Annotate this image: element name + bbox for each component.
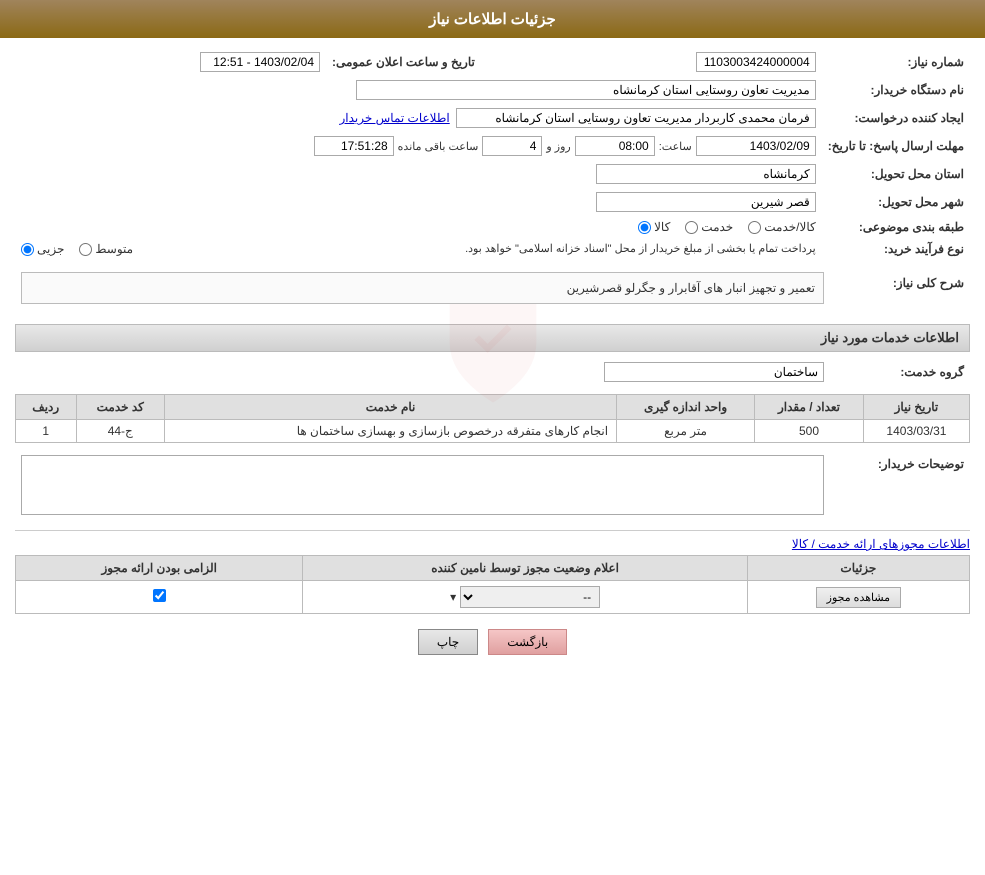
province-label: استان محل تحویل: — [822, 160, 970, 188]
announce-date-input[interactable] — [200, 52, 320, 72]
info-table: شماره نیاز: تاریخ و ساعت اعلان عمومی: نا… — [15, 48, 970, 260]
page-title: جزئیات اطلاعات نیاز — [429, 11, 556, 28]
process-motavaset-option: متوسط — [79, 242, 133, 256]
city-input[interactable] — [596, 192, 816, 212]
category-kala-option: کالا — [638, 220, 670, 234]
col-unit-header: واحد اندازه گیری — [617, 395, 755, 420]
view-license-button[interactable]: مشاهده مجوز — [816, 587, 901, 608]
description-label: شرح کلی نیاز: — [830, 268, 970, 316]
contact-link[interactable]: اطلاعات تماس خریدار — [340, 111, 450, 125]
process-jozvi-radio[interactable] — [21, 243, 34, 256]
requester-label: ایجاد کننده درخواست: — [822, 104, 970, 132]
row-code: ج-44 — [76, 420, 165, 443]
reply-date-input[interactable] — [696, 136, 816, 156]
process-note: پرداخت تمام یا بخشی از مبلغ خریدار از مح… — [141, 242, 816, 255]
description-box: تعمیر و تجهیز انبار های آقابرار و جگرلو … — [21, 272, 824, 304]
main-content: شماره نیاز: تاریخ و ساعت اعلان عمومی: نا… — [0, 38, 985, 680]
process-motavaset-radio[interactable] — [79, 243, 92, 256]
buyer-org-input[interactable] — [356, 80, 816, 100]
category-kala-label: کالا — [654, 220, 670, 234]
row-date: 1403/03/31 — [863, 420, 969, 443]
description-value: تعمیر و تجهیز انبار های آقابرار و جگرلو … — [567, 281, 815, 295]
buyer-notes-label: توضیحات خریدار: — [830, 451, 970, 522]
need-number-input[interactable] — [696, 52, 816, 72]
license-section-link[interactable]: اطلاعات مجوزهای ارائه خدمت / کالا — [15, 537, 970, 551]
license-required-checkbox[interactable] — [153, 589, 166, 602]
divider-1 — [15, 530, 970, 531]
license-status-select[interactable]: -- — [460, 586, 600, 608]
back-button[interactable]: بازگشت — [488, 629, 567, 655]
reply-time-label: ساعت: — [659, 140, 692, 153]
category-khadamat-label: خدمت — [701, 220, 733, 234]
province-input[interactable] — [596, 164, 816, 184]
city-label: شهر محل تحویل: — [822, 188, 970, 216]
col-details-header: جزئیات — [747, 556, 969, 581]
process-jozvi-label: جزیی — [37, 242, 64, 256]
category-kala-khadamat-radio[interactable] — [748, 221, 761, 234]
col-row-header: ردیف — [16, 395, 77, 420]
process-label: نوع فرآیند خرید: — [822, 238, 970, 260]
service-group-label: گروه خدمت: — [830, 358, 970, 386]
service-group-input[interactable] — [604, 362, 824, 382]
category-label: طبقه بندی موضوعی: — [822, 216, 970, 238]
dropdown-arrow-icon: ▾ — [450, 590, 456, 604]
reply-days-input[interactable] — [482, 136, 542, 156]
col-date-header: تاریخ نیاز — [863, 395, 969, 420]
buyer-notes-textarea[interactable] — [21, 455, 824, 515]
buyer-notes-table: توضیحات خریدار: — [15, 451, 970, 522]
row-number: 1 — [16, 420, 77, 443]
page-header: جزئیات اطلاعات نیاز — [0, 0, 985, 38]
category-kala-khadamat-label: کالا/خدمت — [764, 220, 815, 234]
col-quantity-header: تعداد / مقدار — [755, 395, 864, 420]
reply-remaining-input[interactable] — [314, 136, 394, 156]
license-table: جزئیات اعلام وضعیت مجوز توسط نامین کننده… — [15, 555, 970, 614]
requester-input[interactable] — [456, 108, 816, 128]
row-quantity: 500 — [755, 420, 864, 443]
col-code-header: کد خدمت — [76, 395, 165, 420]
reply-remaining-label: ساعت باقی مانده — [398, 140, 479, 153]
button-row: بازگشت چاپ — [15, 629, 970, 655]
col-status-header: اعلام وضعیت مجوز توسط نامین کننده — [303, 556, 747, 581]
license-row: مشاهده مجوز -- ▾ — [16, 581, 970, 614]
buyer-org-label: نام دستگاه خریدار: — [822, 76, 970, 104]
category-kala-khadamat-option: کالا/خدمت — [748, 220, 815, 234]
reply-days-label: روز و — [546, 140, 570, 153]
announce-date-label: تاریخ و ساعت اعلان عمومی: — [326, 48, 481, 76]
row-name: انجام کارهای متفرقه درخصوص بازسازی و بهس… — [165, 420, 617, 443]
process-motavaset-label: متوسط — [95, 242, 133, 256]
row-unit: متر مربع — [617, 420, 755, 443]
category-khadamat-option: خدمت — [685, 220, 733, 234]
col-required-header: الزامی بودن ارائه مجوز — [16, 556, 303, 581]
category-khadamat-radio[interactable] — [685, 221, 698, 234]
reply-time-input[interactable] — [575, 136, 655, 156]
description-table: شرح کلی نیاز: تعمیر و تجهیز انبار های آق… — [15, 268, 970, 316]
need-number-label: شماره نیاز: — [822, 48, 970, 76]
process-jozvi-option: جزیی — [21, 242, 64, 256]
table-row: 1403/03/31 500 متر مربع انجام کارهای متف… — [16, 420, 970, 443]
page-container: جزئیات اطلاعات نیاز شماره نیاز: تاریخ و … — [0, 0, 985, 875]
category-kala-radio[interactable] — [638, 221, 651, 234]
print-button[interactable]: چاپ — [418, 629, 478, 655]
reply-deadline-label: مهلت ارسال پاسخ: تا تاریخ: — [822, 132, 970, 160]
